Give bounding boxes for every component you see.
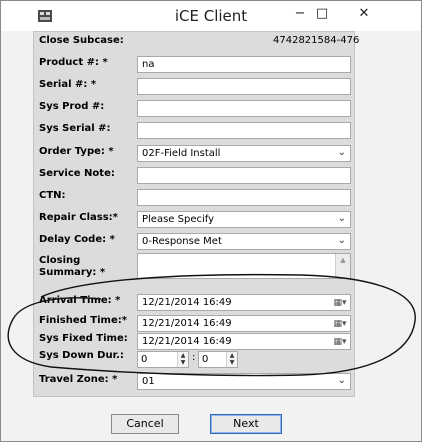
delay-code-value: 0-Response Met bbox=[142, 236, 222, 247]
maximize-icon: □ bbox=[315, 5, 329, 21]
serial-label: Serial #: * bbox=[39, 79, 97, 90]
sys-serial-label: Sys Serial #: bbox=[39, 123, 111, 134]
textarea-scrollbar[interactable]: ▲ bbox=[335, 254, 350, 278]
sys-down-hours-stepper[interactable]: 0 ▲ ▼ bbox=[137, 351, 189, 368]
repair-class-value: Please Specify bbox=[142, 214, 215, 225]
sys-prod-label: Sys Prod #: bbox=[39, 101, 105, 112]
closing-summary-textarea[interactable]: ▲ bbox=[137, 253, 351, 279]
service-note-input[interactable] bbox=[137, 167, 351, 184]
arrival-time-value: 12/21/2014 16:49 bbox=[142, 297, 232, 308]
spinner-arrows-icon[interactable]: ▲ ▼ bbox=[177, 352, 188, 367]
delay-code-select[interactable]: 0-Response Met ⌄ bbox=[137, 233, 351, 250]
sys-fixed-time-input[interactable]: 12/21/2014 16:49 ▦▾ bbox=[137, 333, 351, 350]
calendar-icon[interactable]: ▦▾ bbox=[332, 335, 348, 348]
minimize-icon: − bbox=[294, 5, 306, 21]
closing-summary-label-line1: Closing bbox=[39, 255, 81, 266]
sys-down-minutes-stepper[interactable]: 0 ▲ ▼ bbox=[198, 351, 238, 368]
order-type-value: 02F-Field Install bbox=[142, 148, 221, 159]
chevron-down-icon: ⌄ bbox=[337, 147, 346, 158]
ctn-label: CTN: bbox=[39, 190, 66, 201]
chevron-down-icon: ⌄ bbox=[337, 375, 346, 386]
close-button[interactable]: ✕ bbox=[341, 3, 387, 23]
close-icon: ✕ bbox=[358, 5, 370, 21]
maximize-button[interactable]: □ bbox=[308, 3, 336, 23]
arrival-time-input[interactable]: 12/21/2014 16:49 ▦▾ bbox=[137, 294, 351, 311]
closing-summary-label-line2: Summary: * bbox=[39, 267, 106, 278]
ice-client-window: iCE Client − □ ✕ Close Subcase: 47428215… bbox=[0, 0, 422, 442]
travel-zone-label: Travel Zone: * bbox=[39, 374, 118, 385]
serial-input[interactable] bbox=[137, 78, 351, 95]
sys-prod-input[interactable] bbox=[137, 100, 351, 117]
order-type-label: Order Type: * bbox=[39, 146, 114, 157]
title-bar: iCE Client − □ ✕ bbox=[1, 1, 421, 31]
arrival-time-label: Arrival Time: * bbox=[39, 295, 121, 306]
close-subcase-label: Close Subcase: bbox=[39, 35, 124, 46]
ctn-input[interactable] bbox=[137, 189, 351, 206]
chevron-down-icon: ⌄ bbox=[337, 235, 346, 246]
sys-fixed-time-label: Sys Fixed Time: bbox=[39, 333, 128, 344]
sys-serial-input[interactable] bbox=[137, 122, 351, 139]
sys-fixed-time-value: 12/21/2014 16:49 bbox=[142, 336, 232, 347]
duration-separator: : bbox=[192, 352, 196, 363]
repair-class-select[interactable]: Please Specify ⌄ bbox=[137, 211, 351, 228]
sys-down-minutes-value: 0 bbox=[202, 354, 209, 365]
calendar-icon[interactable]: ▦▾ bbox=[332, 296, 348, 309]
finished-time-value: 12/21/2014 16:49 bbox=[142, 318, 232, 329]
chevron-down-icon: ⌄ bbox=[337, 213, 346, 224]
sys-down-dur-label: Sys Down Dur.: bbox=[39, 350, 124, 361]
spinner-arrows-icon[interactable]: ▲ ▼ bbox=[226, 352, 237, 367]
next-button[interactable]: Next bbox=[210, 414, 282, 434]
travel-zone-select[interactable]: 01 ⌄ bbox=[137, 373, 351, 390]
product-input[interactable]: na bbox=[137, 56, 351, 73]
travel-zone-value: 01 bbox=[142, 376, 155, 387]
repair-class-label: Repair Class:* bbox=[39, 212, 118, 223]
delay-code-label: Delay Code: * bbox=[39, 234, 115, 245]
subcase-number: 4742821584-476 bbox=[273, 35, 360, 46]
service-note-label: Service Note: bbox=[39, 168, 115, 179]
order-type-select[interactable]: 02F-Field Install ⌄ bbox=[137, 145, 351, 162]
finished-time-input[interactable]: 12/21/2014 16:49 ▦▾ bbox=[137, 315, 351, 332]
product-label: Product #: * bbox=[39, 57, 108, 68]
finished-time-label: Finished Time:* bbox=[39, 315, 127, 326]
sys-down-hours-value: 0 bbox=[141, 354, 148, 365]
calendar-icon[interactable]: ▦▾ bbox=[332, 317, 348, 330]
cancel-button[interactable]: Cancel bbox=[111, 414, 179, 434]
